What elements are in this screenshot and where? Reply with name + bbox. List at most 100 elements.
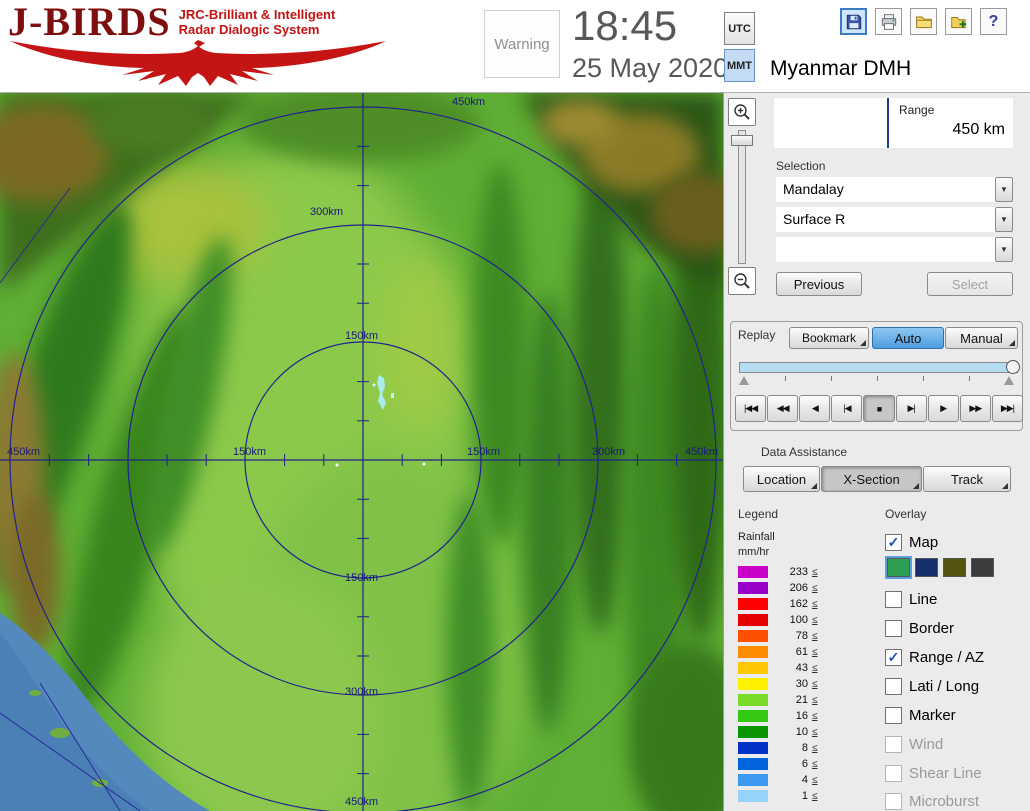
skip-to-end-button[interactable]: ▶▶| xyxy=(991,395,1023,422)
question-mark-icon: ? xyxy=(988,12,999,30)
data-assistance-label: Data Assistance xyxy=(761,445,848,459)
magnifier-plus-icon xyxy=(734,104,750,120)
map-color-option[interactable] xyxy=(971,558,994,577)
legend-row: 1 ≤ xyxy=(738,788,818,804)
play-backward-button[interactable]: ◀ xyxy=(799,395,831,422)
range-label-text: Range xyxy=(899,103,935,117)
magnifier-minus-icon xyxy=(734,273,750,289)
range-label: 150km xyxy=(345,330,378,342)
timeline-position-marker-icon[interactable] xyxy=(1004,376,1014,385)
resize-corner-icon xyxy=(1009,340,1015,346)
zoom-out-button[interactable] xyxy=(728,267,756,295)
help-button[interactable]: ? xyxy=(980,8,1007,35)
skip-to-start-button[interactable]: |◀◀ xyxy=(735,395,767,422)
folder-plus-icon xyxy=(950,16,966,28)
radar-map[interactable]: 450km 300km 150km 450km 150km 150km 300k… xyxy=(0,83,750,811)
map-color-option[interactable] xyxy=(915,558,938,577)
map-checkbox[interactable]: ✓ xyxy=(885,533,902,551)
fast-rewind-button[interactable]: ◀◀ xyxy=(767,395,799,422)
overlay-item-wind: Wind xyxy=(885,734,943,754)
chevron-down-icon[interactable]: ▼ xyxy=(995,237,1013,262)
overlay-item-line[interactable]: Line xyxy=(885,589,937,609)
marker-checkbox[interactable] xyxy=(885,706,902,724)
manual-button[interactable]: Manual xyxy=(945,327,1018,349)
product-dropdown[interactable]: Surface R ▼ xyxy=(776,207,1013,232)
legend-row: 10 ≤ xyxy=(738,724,818,740)
resize-corner-icon xyxy=(1002,483,1008,489)
mmt-button[interactable]: MMT xyxy=(724,49,755,82)
select-button[interactable]: Select xyxy=(927,272,1013,296)
range-value: 450 km xyxy=(952,121,1005,138)
x-section-button[interactable]: X-Section xyxy=(821,466,922,492)
legend-color-swatch xyxy=(738,646,768,658)
bookmark-button[interactable]: Bookmark xyxy=(789,327,869,349)
overlay-item-range-az[interactable]: ✓ Range / AZ xyxy=(885,647,984,667)
legend-color-swatch xyxy=(738,694,768,706)
previous-button[interactable]: Previous xyxy=(776,272,862,296)
step-back-button[interactable]: |◀ xyxy=(831,395,863,422)
timezone-toggle: UTC MMT xyxy=(724,12,755,86)
replay-timeline-slider[interactable] xyxy=(739,360,1020,374)
overlay-item-border[interactable]: Border xyxy=(885,618,954,638)
legend-color-swatch xyxy=(738,598,768,610)
clock-date: 25 May 2020 xyxy=(572,53,729,83)
timeline-tick xyxy=(969,376,970,381)
zoom-slider[interactable] xyxy=(731,130,753,264)
location-button[interactable]: Location xyxy=(743,466,820,492)
export-button[interactable] xyxy=(945,8,972,35)
site-dropdown-value: Mandalay xyxy=(783,181,844,197)
wind-checkbox xyxy=(885,735,902,753)
range-az-checkbox[interactable]: ✓ xyxy=(885,648,902,666)
legend-row: 43 ≤ xyxy=(738,660,818,676)
open-folder-button[interactable] xyxy=(910,8,937,35)
track-button[interactable]: Track xyxy=(923,466,1011,492)
folder-icon xyxy=(915,15,932,28)
resize-corner-icon xyxy=(913,483,919,489)
play-button[interactable]: ▶ xyxy=(927,395,959,422)
resize-corner-icon xyxy=(860,340,866,346)
chevron-down-icon[interactable]: ▼ xyxy=(995,207,1013,232)
overlay-item-microburst: Microburst xyxy=(885,791,979,811)
chevron-down-icon[interactable]: ▼ xyxy=(995,177,1013,202)
legend-row: 100 ≤ xyxy=(738,612,818,628)
floppy-disk-icon xyxy=(846,14,861,29)
border-checkbox[interactable] xyxy=(885,619,902,637)
radar-map-canvas[interactable]: 450km 300km 150km 450km 150km 150km 300k… xyxy=(0,83,750,811)
step-forward-button[interactable]: ▶| xyxy=(895,395,927,422)
timeline-tick xyxy=(785,376,786,381)
timeline-tick xyxy=(877,376,878,381)
overlay-item-map[interactable]: ✓ Map xyxy=(885,532,938,552)
legend-color-swatch xyxy=(738,790,768,802)
line-checkbox[interactable] xyxy=(885,590,902,608)
fast-forward-button[interactable]: ▶▶ xyxy=(959,395,991,422)
range-label: 150km xyxy=(467,446,500,458)
stop-button[interactable]: ■ xyxy=(863,395,895,422)
legend-unit: mm/hr xyxy=(738,546,770,558)
zoom-slider-thumb[interactable] xyxy=(731,135,753,146)
extra-dropdown[interactable]: ▼ xyxy=(776,237,1013,262)
save-button[interactable] xyxy=(840,8,867,35)
map-color-option[interactable] xyxy=(885,556,912,579)
timeline-start-marker-icon[interactable] xyxy=(739,376,749,385)
legend-row: 162 ≤ xyxy=(738,596,818,612)
legend-row: 21 ≤ xyxy=(738,692,818,708)
overlay-item-marker[interactable]: Marker xyxy=(885,705,956,725)
replay-slider-thumb[interactable] xyxy=(1006,360,1020,374)
site-dropdown[interactable]: Mandalay ▼ xyxy=(776,177,1013,202)
overlay-item-shear-line: Shear Line xyxy=(885,763,982,783)
zoom-in-button[interactable] xyxy=(728,98,756,126)
map-color-option[interactable] xyxy=(943,558,966,577)
print-button[interactable] xyxy=(875,8,902,35)
legend-color-swatch xyxy=(738,678,768,690)
lati-long-checkbox[interactable] xyxy=(885,677,902,695)
legend-row: 233 ≤ xyxy=(738,564,818,580)
range-label: 450km xyxy=(452,96,485,108)
legend-color-swatch xyxy=(738,566,768,578)
legend-row: 30 ≤ xyxy=(738,676,818,692)
auto-button[interactable]: Auto xyxy=(872,327,944,349)
header: J-BIRDS JRC-Brilliant & Intelligent Rada… xyxy=(0,0,1030,93)
range-label: 450km xyxy=(685,446,718,458)
overlay-item-lati-long[interactable]: Lati / Long xyxy=(885,676,979,696)
legend-unit: Rainfall xyxy=(738,531,775,543)
utc-button[interactable]: UTC xyxy=(724,12,755,45)
